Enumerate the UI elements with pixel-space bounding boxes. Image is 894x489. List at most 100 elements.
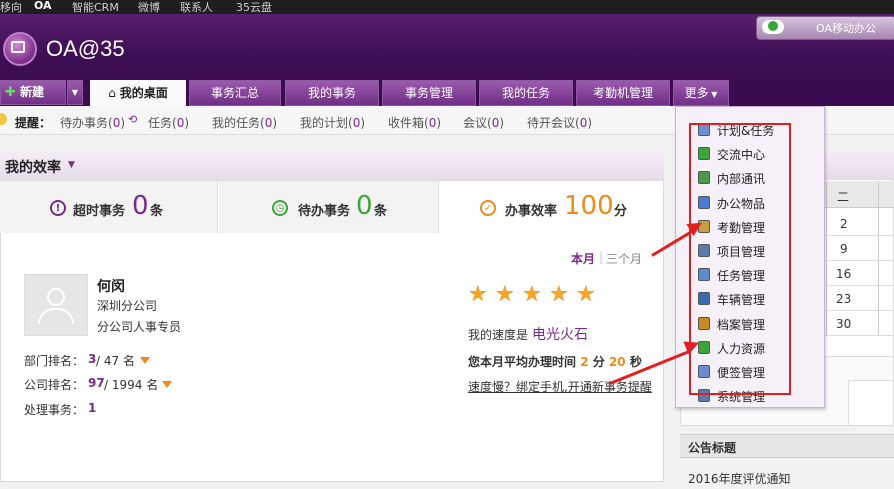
app-name: OA@35 [46, 36, 125, 61]
star-icon: ★ [468, 282, 488, 307]
caret-down-icon[interactable]: ▼ [68, 160, 75, 170]
new-dropdown-caret[interactable]: ▼ [67, 80, 83, 105]
avg-time-min: 2 [580, 355, 589, 369]
topnav-item-oa[interactable]: OA [34, 0, 52, 12]
user-company: 深圳分公司 [97, 299, 158, 313]
topnav-item-contacts[interactable]: 联系人 [180, 0, 213, 15]
download-arrow-icon [768, 21, 778, 31]
calendar-date[interactable]: 23 [836, 292, 851, 306]
tab-affairs-management[interactable]: 事务管理 [382, 80, 476, 106]
reminder-count: 0 [176, 116, 185, 130]
stat-unit: 条 [150, 204, 164, 219]
check-icon: ✓ [480, 200, 496, 216]
star-icon: ★ [549, 282, 569, 307]
tab-affairs-summary[interactable]: 事务汇总 [189, 80, 281, 106]
caret-down-icon: ▼ [708, 90, 718, 99]
reminder-count: 0 [491, 116, 500, 130]
reminder-upcoming-meetings[interactable]: 待开会议(0) [527, 114, 592, 131]
reminder-label: 我的计划 [300, 116, 349, 130]
reminder-label: 待办事务 [60, 116, 109, 130]
company-rank-value: 97 [88, 376, 105, 390]
star-icon: ★ [576, 282, 596, 307]
clock-icon: ◷ [272, 200, 288, 216]
stat-value: 100 [564, 191, 614, 221]
dept-rank-label: 部门排名： [24, 354, 85, 368]
reminder-count: 0 [112, 116, 121, 130]
topnav-item[interactable]: 移向 [0, 0, 22, 15]
reminder-tasks[interactable]: 任务(0) [148, 114, 189, 131]
stat-value: 0 [356, 191, 373, 221]
reminder-label: 任务 [148, 116, 173, 130]
panel-box [848, 380, 894, 426]
company-rank-label: 公司排名： [24, 378, 85, 392]
stat-unit: 条 [374, 204, 388, 219]
reminder-label: 待开会议 [527, 116, 576, 130]
tab-three-months[interactable]: 三个月 [606, 250, 642, 267]
handled-affairs-label: 处理事务： [24, 403, 85, 417]
topnav-item-crm[interactable]: 智能CRM [72, 0, 119, 15]
reminder-count: 0 [264, 116, 273, 130]
notice-item[interactable]: 2016年度评优通知 [688, 470, 791, 487]
tab-label: 我的桌面 [119, 86, 168, 100]
down-arrow-icon [140, 357, 150, 364]
efficiency-title[interactable]: 我的效率 [5, 157, 61, 177]
star-icon: ★ [522, 282, 542, 307]
reminder-count: 0 [352, 116, 361, 130]
calendar-date[interactable]: 9 [840, 242, 848, 256]
stat-label: 办事效率 [505, 204, 558, 219]
tab-more[interactable]: 更多 ▼ [673, 80, 729, 106]
handled-affairs-value: 1 [88, 401, 97, 415]
calendar-weekday: 二 [837, 190, 850, 204]
down-arrow-icon [162, 381, 172, 388]
user-name: 何闵 [97, 279, 125, 295]
calendar-date[interactable]: 30 [836, 317, 851, 331]
notice-title: 公告标题 [688, 441, 737, 455]
reminder-label: 会议 [463, 116, 488, 130]
logo-glyph [11, 41, 25, 53]
stat-label: 超时事务 [73, 204, 126, 219]
refresh-icon[interactable]: ⟲ [128, 113, 137, 126]
calendar-date[interactable]: 16 [836, 267, 851, 281]
topnav-item-cloud[interactable]: 35云盘 [236, 0, 272, 15]
avg-time-min-unit: 分 [592, 355, 605, 369]
star-icon: ★ [495, 282, 515, 307]
tab-label: 更多 [684, 86, 709, 100]
home-icon: ⌂ [108, 86, 120, 100]
reminder-title: 提醒： [15, 116, 52, 130]
tab-this-month[interactable]: 本月 [571, 250, 595, 267]
reminder-inbox[interactable]: 收件箱(0) [388, 114, 441, 131]
period-separator: | [599, 250, 604, 264]
avg-time-sec-unit: 秒 [629, 355, 642, 369]
tab-my-desktop[interactable]: ⌂ 我的桌面 [90, 80, 186, 107]
exclamation-icon: ! [50, 200, 66, 216]
tab-attendance-machine[interactable]: 考勤机管理 [576, 80, 670, 106]
plus-icon: ✚ [5, 85, 16, 100]
speed-value: 电光火石 [532, 327, 588, 343]
user-role: 分公司人事专员 [97, 320, 182, 334]
reminder-meetings[interactable]: 会议(0) [463, 114, 504, 131]
speed-label: 我的速度是 [468, 328, 529, 342]
tab-my-tasks[interactable]: 我的任务 [479, 80, 573, 106]
mobile-office-label: OA移动办公 [816, 22, 876, 35]
top-nav-bar [0, 0, 894, 14]
stat-value: 0 [132, 191, 149, 221]
avg-time-sec: 20 [608, 355, 626, 369]
topnav-item-weibo[interactable]: 微博 [138, 0, 160, 15]
reminder-my-tasks[interactable]: 我的任务(0) [212, 114, 277, 131]
calendar-date[interactable]: 2 [840, 217, 848, 231]
bind-phone-link[interactable]: 速度慢？绑定手机,开通新事务提醒 [468, 378, 652, 395]
dept-rank-total: / 47 名 [96, 354, 135, 368]
reminder-label: 我的任务 [212, 116, 261, 130]
reminder-my-plans[interactable]: 我的计划(0) [300, 114, 365, 131]
reminder-pending-affairs[interactable]: 待办事务(0) [60, 114, 125, 131]
tab-my-affairs[interactable]: 我的事务 [285, 80, 379, 106]
reminder-count: 0 [579, 116, 588, 130]
stat-unit: 分 [614, 204, 628, 219]
company-rank-total: / 1994 名 [104, 378, 159, 392]
reminder-label: 收件箱 [388, 116, 425, 130]
stat-label: 待办事务 [298, 204, 351, 219]
efficiency-panel-header [0, 152, 664, 181]
avg-time-prefix: 您本月平均办理时间 [468, 355, 577, 369]
avg-time: 您本月平均办理时间 2 分 20 秒 [468, 353, 642, 370]
annotation-highlight-box [689, 123, 791, 395]
